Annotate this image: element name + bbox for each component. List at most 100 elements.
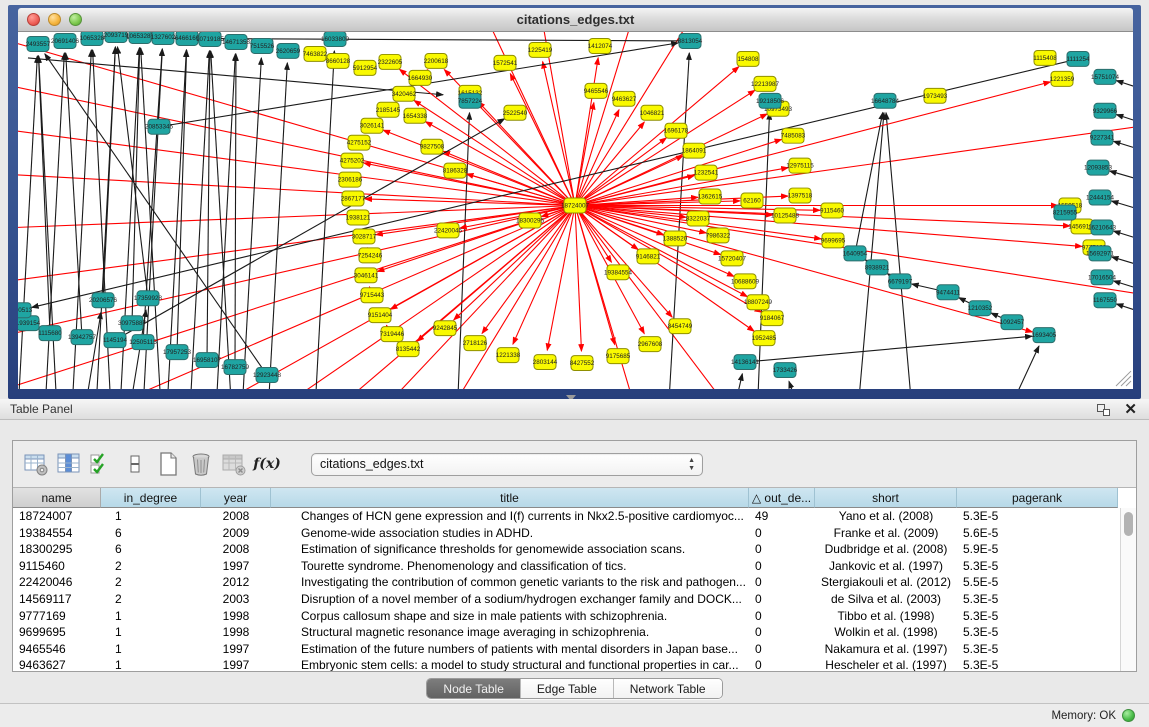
table-row[interactable]: 1938455462009Genome-wide association stu… [13, 525, 1120, 542]
graph-node[interactable]: 9463627 [612, 91, 637, 106]
tab-network-table[interactable]: Network Table [614, 679, 722, 698]
table-row[interactable]: 969969511998Structural magnetic resonanc… [13, 624, 1120, 641]
graph-node[interactable]: 12444154 [1086, 190, 1114, 205]
graph-node[interactable]: 1092457 [1000, 315, 1025, 330]
table-settings-button[interactable] [21, 449, 51, 479]
graph-node[interactable]: 9175685 [606, 349, 631, 364]
graph-node[interactable]: 1221338 [496, 348, 521, 363]
new-table-button[interactable] [153, 449, 183, 479]
graph-node[interactable]: 8660128 [326, 53, 351, 68]
close-panel-icon[interactable]: ✕ [1124, 402, 1137, 417]
graph-node[interactable]: 2306186 [338, 172, 363, 187]
graph-node[interactable]: 5912954 [353, 60, 378, 75]
network-canvas[interactable]: 1872400722006181664930342046221851453026… [18, 32, 1133, 389]
graph-node[interactable]: 3026141 [360, 118, 385, 133]
graph-node[interactable]: 15692971 [1086, 246, 1114, 261]
graph-node[interactable]: 12213987 [751, 76, 779, 91]
graph-node[interactable]: 62160 [741, 193, 763, 208]
table-row[interactable]: 1830029562008Estimation of significance … [13, 541, 1120, 558]
graph-node[interactable]: 16033809 [321, 32, 349, 46]
function-builder-button[interactable]: f(x) [252, 449, 282, 479]
graph-node[interactable]: 1973493 [923, 88, 948, 103]
graph-node[interactable]: 12923448 [253, 368, 281, 383]
graph-node[interactable]: 17957253 [163, 345, 191, 360]
vertical-scrollbar[interactable] [1120, 508, 1136, 671]
graph-node[interactable]: 16782759 [221, 360, 249, 375]
graph-node[interactable]: 10125488 [771, 208, 799, 223]
tab-node-table[interactable]: Node Table [427, 679, 521, 698]
graph-node[interactable]: 12505115 [129, 335, 157, 350]
graph-node[interactable]: 9184067 [760, 311, 785, 326]
graph-node[interactable]: 7485083 [781, 128, 806, 143]
graph-node[interactable]: 7515526 [250, 38, 275, 53]
graph-node[interactable]: 1065328 [80, 32, 105, 45]
graph-node[interactable]: 12093853 [1084, 160, 1112, 175]
graph-node[interactable]: 7463822 [303, 46, 328, 61]
graph-node[interactable]: 1115408 [1033, 50, 1057, 65]
graph-node[interactable]: 8427552 [570, 356, 595, 371]
column-header-short[interactable]: short [815, 488, 957, 508]
select-columns-button[interactable] [54, 449, 84, 479]
graph-node[interactable]: 1167550 [1093, 293, 1118, 308]
graph-node[interactable]: 9465546 [584, 83, 609, 98]
graph-node[interactable]: 1664930 [408, 70, 433, 85]
graph-node[interactable]: 10688609 [731, 274, 759, 289]
graph-node[interactable]: 1115680 [38, 326, 62, 341]
graph-node[interactable]: 18724007 [561, 198, 589, 213]
graph-node[interactable]: 1046821 [640, 105, 665, 120]
graph-node[interactable]: 1640954 [843, 246, 868, 261]
graph-node[interactable]: 2718126 [463, 336, 488, 351]
graph-node[interactable]: 2620659 [276, 43, 301, 58]
graph-node[interactable]: 9115460 [820, 203, 845, 218]
graph-node[interactable]: 8813054 [678, 33, 703, 48]
graph-node[interactable]: 12975115 [786, 158, 814, 173]
graph-node[interactable]: 4275152 [347, 135, 372, 150]
graph-node[interactable]: 1327602 [151, 32, 176, 44]
graph-node[interactable]: 1397518 [788, 188, 813, 203]
graph-node[interactable]: 18300295 [516, 213, 544, 228]
graph-node[interactable]: 20853346 [145, 119, 173, 134]
graph-node[interactable]: 17359928 [134, 291, 162, 306]
row-options-button[interactable] [120, 449, 150, 479]
resize-grip-icon[interactable] [1126, 381, 1131, 386]
graph-node[interactable]: 1362615 [698, 189, 723, 204]
graph-node[interactable]: 1733426 [773, 363, 798, 378]
graph-node[interactable]: 30975887 [118, 316, 146, 331]
graph-node[interactable]: 1412074 [588, 38, 613, 53]
graph-node[interactable]: 16958107 [193, 353, 221, 368]
column-header-in_degree[interactable]: in_degree [101, 488, 201, 508]
graph-node[interactable]: 2803144 [533, 355, 558, 370]
table-row[interactable]: 946554611997Estimation of the future num… [13, 641, 1120, 658]
graph-node[interactable]: 1750513 [18, 303, 33, 318]
column-header-out_de[interactable]: △ out_de... [749, 488, 815, 508]
apply-checks-button[interactable] [87, 449, 117, 479]
table-row[interactable]: 977716911998Corpus callosum shape and si… [13, 608, 1120, 625]
graph-node[interactable]: 7319446 [380, 327, 405, 342]
column-header-name[interactable]: name [13, 488, 101, 508]
graph-node[interactable]: 1210352 [968, 301, 993, 316]
graph-node[interactable]: 1952485 [752, 331, 777, 346]
graph-node[interactable]: 22420046 [434, 223, 462, 238]
graph-node[interactable]: 19218506 [756, 93, 784, 108]
graph-node[interactable]: 1111254 [1066, 51, 1090, 66]
network-window-titlebar[interactable]: citations_edges.txt [18, 8, 1133, 32]
delete-rows-button[interactable] [186, 449, 216, 479]
graph-node[interactable]: 3046141 [354, 268, 379, 283]
graph-node[interactable]: 14136141 [731, 355, 759, 370]
graph-node[interactable]: 2322605 [378, 54, 403, 69]
graph-node[interactable]: 7254246 [358, 248, 383, 263]
graph-node[interactable]: 7857224 [458, 93, 483, 108]
table-row[interactable]: 1456911722003Disruption of a novel membe… [13, 591, 1120, 608]
table-row[interactable]: 2242004622012Investigating the contribut… [13, 574, 1120, 591]
column-header-pagerank[interactable]: pagerank [957, 488, 1118, 508]
graph-node[interactable]: 2493557 [26, 36, 51, 51]
graph-node[interactable]: 8454749 [668, 319, 693, 334]
graph-node[interactable]: 1654338 [403, 108, 428, 123]
graph-node[interactable]: 1225419 [528, 42, 553, 57]
graph-node[interactable]: 8215955 [1053, 205, 1078, 220]
graph-node[interactable]: 9715443 [360, 288, 385, 303]
scrollbar-thumb[interactable] [1124, 512, 1133, 536]
graph-node[interactable]: 20691406 [51, 33, 79, 48]
graph-node[interactable]: 9699695 [821, 233, 846, 248]
graph-node[interactable]: 8186328 [443, 163, 468, 178]
